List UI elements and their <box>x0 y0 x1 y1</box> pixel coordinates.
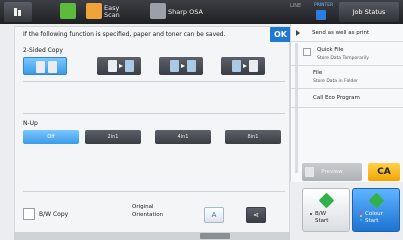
n-up-4in1-button[interactable]: 4in1 <box>155 130 211 144</box>
page-icon <box>187 60 196 72</box>
status-dot <box>360 211 362 213</box>
file-item[interactable]: File Store Data in Folder <box>291 67 403 89</box>
colour-start-label: Colour Start <box>365 211 383 224</box>
top-bar: Easy Scan Sharp OSA LINE PRINTER Job Sta… <box>0 0 403 24</box>
duplex-1-to-1-button[interactable] <box>23 57 67 75</box>
file-title: File <box>313 70 323 76</box>
footer-strip <box>14 232 290 240</box>
info-row: If the following function is specified, … <box>15 27 291 42</box>
section-divider <box>23 113 285 114</box>
n-up-2in1-button[interactable]: 2in1 <box>85 130 141 144</box>
bottom-options-row: B/W Copy Original Orientation A ⋖ <box>15 195 291 234</box>
bw-start-label: B/W Start <box>315 211 329 224</box>
duplex-1-to-2-button[interactable] <box>97 57 141 75</box>
quick-file-title: Quick File <box>317 47 344 53</box>
orientation-portrait-button[interactable]: A <box>204 207 224 223</box>
page-icon <box>232 60 241 72</box>
job-status-button[interactable]: Job Status <box>339 2 399 22</box>
clear-all-button[interactable]: CA <box>368 163 400 181</box>
eco-settings-panel: If the following function is specified, … <box>14 26 291 234</box>
section-divider <box>23 191 285 192</box>
start-icon <box>318 192 335 209</box>
n-up-8in1-button[interactable]: 8in1 <box>225 130 281 144</box>
page-icon <box>36 61 45 73</box>
section-divider <box>23 81 285 82</box>
duplex-2-to-2-button[interactable] <box>159 57 203 75</box>
preview-label: Preview <box>321 169 343 175</box>
home-icon <box>14 8 21 16</box>
send-as-well-row[interactable]: Send as well as print <box>291 24 403 42</box>
bw-copy-checkbox[interactable] <box>23 208 35 220</box>
easy-scan-icon[interactable] <box>86 3 102 19</box>
page-icon <box>48 61 57 73</box>
start-icon <box>368 192 385 209</box>
page-icon <box>108 60 117 72</box>
quick-file-item[interactable]: Quick File Store Data Temporarily <box>291 43 403 66</box>
two-sided-copy-label: 2-Sided Copy <box>23 47 63 54</box>
n-up-off-button[interactable]: Off <box>23 130 79 144</box>
page-icon <box>249 60 258 72</box>
status-dot <box>310 213 312 215</box>
printer-icon <box>316 10 326 20</box>
duplex-2-to-1-button[interactable] <box>221 57 265 75</box>
colour-start-button[interactable]: Colour Start <box>352 188 400 232</box>
easy-scan-label[interactable]: Easy Scan <box>104 5 120 19</box>
copy-app-icon[interactable] <box>60 3 76 19</box>
call-eco-program-item[interactable]: Call Eco Program <box>291 90 403 108</box>
quick-file-checkbox[interactable] <box>303 48 311 56</box>
ok-button[interactable]: OK <box>270 27 291 42</box>
line-indicator: LINE <box>290 3 302 9</box>
status-dot <box>360 219 362 221</box>
status-dot <box>360 215 362 217</box>
copy-settings-screen: Easy Scan Sharp OSA LINE PRINTER Job Sta… <box>0 0 403 240</box>
preview-icon <box>305 167 314 177</box>
file-subtitle: Store Data in Folder <box>313 79 358 84</box>
orientation-landscape-button[interactable]: ⋖ <box>246 207 266 223</box>
printer-status[interactable]: PRINTER <box>313 3 335 21</box>
original-orientation-label: Original Orientation <box>132 204 164 218</box>
preview-button[interactable]: Preview <box>302 163 362 181</box>
n-up-label: N-Up <box>23 120 38 127</box>
chevron-right-icon <box>296 30 300 36</box>
call-eco-program-label: Call Eco Program <box>313 95 360 101</box>
page-indicator <box>200 233 230 239</box>
printer-label: PRINTER <box>314 3 334 8</box>
quick-file-subtitle: Store Data Temporarily <box>317 56 369 61</box>
sharp-osa-label[interactable]: Sharp OSA <box>168 9 203 16</box>
bw-copy-label: B/W Copy <box>39 211 69 218</box>
page-icon <box>170 60 179 72</box>
right-options-panel: Send as well as print Quick File Store D… <box>290 24 403 182</box>
bw-start-button[interactable]: B/W Start <box>302 188 350 232</box>
page-icon <box>125 60 134 72</box>
sharp-osa-icon[interactable] <box>150 3 166 19</box>
info-text: If the following function is specified, … <box>23 31 226 38</box>
home-button[interactable] <box>4 2 32 22</box>
send-as-well-label: Send as well as print <box>312 30 370 36</box>
